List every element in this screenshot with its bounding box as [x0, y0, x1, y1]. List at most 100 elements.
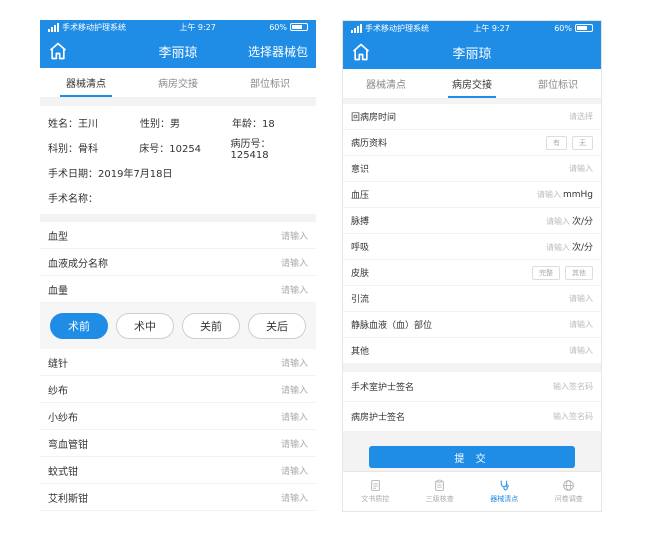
- records-no-option[interactable]: 无: [572, 135, 593, 150]
- instrument-label: 缝针: [48, 358, 68, 370]
- input-placeholder: 请输入: [536, 190, 561, 199]
- divider: [40, 214, 316, 222]
- blood-pressure-field[interactable]: 血压 请输入 mmHg: [343, 182, 601, 208]
- skin-other-option[interactable]: 其他: [565, 265, 593, 280]
- battery-percent: 60%: [554, 23, 572, 33]
- phase-selector: 术前 术中 关前 关后: [40, 303, 316, 349]
- tab-ward-handover[interactable]: 病房交接: [132, 68, 224, 97]
- field-label: 手术室护士签名: [351, 383, 415, 393]
- field-input[interactable]: 请输入: [281, 256, 308, 269]
- field-label: 呼吸: [351, 243, 370, 253]
- iv-site-input[interactable]: 请输入: [569, 319, 593, 330]
- tab-site-marking[interactable]: 部位标识: [515, 69, 601, 98]
- instrument-label: 小纱布: [48, 412, 78, 424]
- field-label: 血量: [48, 285, 68, 297]
- tab-site-marking[interactable]: 部位标识: [224, 68, 316, 97]
- instrument-item[interactable]: 缝针 请输入: [40, 349, 316, 376]
- other-input[interactable]: 请输入: [569, 345, 593, 356]
- field-label: 皮肤: [351, 269, 370, 279]
- instrument-item[interactable]: 艾利斯钳 请输入: [40, 484, 316, 511]
- unit-label: 次/分: [571, 243, 593, 253]
- instrument-input[interactable]: 请输入: [281, 491, 308, 504]
- submit-button[interactable]: 提 交: [369, 446, 575, 468]
- home-icon[interactable]: [351, 42, 371, 62]
- skin-intact-option[interactable]: 完整: [532, 265, 560, 280]
- patient-info: 姓名：王川 性别：男 年龄：18 科别：骨科 床号：10254 病历号：1254…: [40, 106, 316, 214]
- blood-component-field[interactable]: 血液成分名称 请输入: [40, 249, 316, 276]
- return-time-picker[interactable]: 请选择: [569, 111, 593, 122]
- pulse-input[interactable]: 请输入 次/分: [546, 214, 593, 227]
- instrument-input[interactable]: 请输入: [281, 464, 308, 477]
- consciousness-field[interactable]: 意识 请输入: [343, 156, 601, 182]
- header: 手术移动护理系统 上午 9:27 60% 李丽琼: [343, 21, 601, 69]
- field-label: 脉搏: [351, 217, 370, 227]
- battery: 60%: [554, 24, 593, 33]
- or-nurse-signature-input[interactable]: 输入签名码: [553, 381, 593, 392]
- consciousness-input[interactable]: 请输入: [569, 163, 593, 174]
- patient-row: 姓名：王川 性别：男 年龄：18: [48, 110, 308, 135]
- blood-volume-field[interactable]: 血量 请输入: [40, 276, 316, 303]
- nav-bar: 李丽琼 选择器械包: [40, 34, 316, 68]
- blood-type-field[interactable]: 血型 请输入: [40, 222, 316, 249]
- select-kit-button[interactable]: 选择器械包: [248, 43, 308, 60]
- skin-field: 皮肤 完整 其他: [343, 260, 601, 286]
- phase-after-close-button[interactable]: 关后: [248, 313, 306, 339]
- instrument-input[interactable]: 请输入: [281, 356, 308, 369]
- respiration-input[interactable]: 请输入 次/分: [546, 240, 593, 253]
- iv-site-field[interactable]: 静脉血液（血）部位 请输入: [343, 312, 601, 338]
- instrument-label: 艾利斯钳: [48, 493, 88, 505]
- carrier-label: 手术移动护理系统: [365, 23, 429, 33]
- divider: [40, 98, 316, 106]
- respiration-field[interactable]: 呼吸 请输入 次/分: [343, 234, 601, 260]
- bottom-nav-instrument-count[interactable]: 器械清点: [472, 472, 537, 511]
- instrument-item[interactable]: 弯血管钳 请输入: [40, 430, 316, 457]
- bottom-nav-label: 文书质控: [361, 495, 390, 503]
- instrument-item[interactable]: 蚊式钳 请输入: [40, 457, 316, 484]
- patient-bed: 床号：10254: [139, 144, 202, 155]
- tab-ward-handover[interactable]: 病房交接: [429, 69, 515, 98]
- drainage-field[interactable]: 引流 请输入: [343, 286, 601, 312]
- tab-bar: 器械清点 病房交接 部位标识: [40, 68, 316, 98]
- return-time-field[interactable]: 回病房时间 请选择: [343, 104, 601, 130]
- instrument-item[interactable]: 小纱布 请输入: [40, 403, 316, 430]
- instrument-input[interactable]: 请输入: [281, 410, 308, 423]
- field-input[interactable]: 请输入: [281, 283, 308, 296]
- carrier-label: 手术移动护理系统: [62, 22, 126, 32]
- handover-form: 回病房时间 请选择 病历资料 有 无 意识 请输入 血压 请输入 mmHg 脉搏 …: [343, 104, 601, 364]
- signal-icon: [351, 23, 362, 33]
- ward-nurse-signature-field[interactable]: 病房护士签名 输入签名码: [343, 402, 601, 432]
- unit-label: 次/分: [571, 217, 593, 227]
- or-nurse-signature-field[interactable]: 手术室护士签名 输入签名码: [343, 372, 601, 402]
- instrument-item[interactable]: 纱布 请输入: [40, 376, 316, 403]
- tab-instrument-count[interactable]: 器械清点: [343, 69, 429, 98]
- drainage-input[interactable]: 请输入: [569, 293, 593, 304]
- patient-gender: 性别：男: [140, 119, 180, 130]
- phase-before-close-button[interactable]: 关前: [182, 313, 240, 339]
- status-time: 上午 9:27: [179, 22, 216, 32]
- field-label: 血压: [351, 191, 370, 201]
- blood-pressure-input[interactable]: 请输入 mmHg: [537, 189, 593, 200]
- home-icon[interactable]: [48, 41, 68, 61]
- phase-preop-button[interactable]: 术前: [50, 313, 108, 339]
- field-input[interactable]: 请输入: [281, 229, 308, 242]
- bottom-nav-document-qc[interactable]: 文书质控: [343, 472, 408, 511]
- battery: 60%: [269, 23, 308, 32]
- checklist-icon: [435, 479, 444, 491]
- records-yes-option[interactable]: 有: [546, 135, 567, 150]
- blood-section: 血型 请输入 血液成分名称 请输入 血量 请输入: [40, 222, 316, 303]
- ward-nurse-signature-input[interactable]: 输入签名码: [553, 411, 593, 422]
- skin-options: 完整 其他: [532, 265, 593, 280]
- instrument-input[interactable]: 请输入: [281, 383, 308, 396]
- other-field[interactable]: 其他 请输入: [343, 338, 601, 364]
- instrument-input[interactable]: 请输入: [281, 437, 308, 450]
- phase-intraop-button[interactable]: 术中: [116, 313, 174, 339]
- status-bar: 手术移动护理系统 上午 9:27 60%: [343, 21, 601, 35]
- left-phone-screen: 手术移动护理系统 上午 9:27 60% 李丽琼 选择器械包 器械清点 病房交接…: [40, 20, 316, 512]
- tab-instrument-count[interactable]: 器械清点: [40, 68, 132, 97]
- instrument-label: 蚊式钳: [48, 466, 78, 478]
- status-bar: 手术移动护理系统 上午 9:27 60%: [40, 20, 316, 34]
- bottom-nav-three-level-check[interactable]: 三级核查: [408, 472, 473, 511]
- pulse-field[interactable]: 脉搏 请输入 次/分: [343, 208, 601, 234]
- bottom-nav-questionnaire[interactable]: 问卷调查: [537, 472, 602, 511]
- document-icon: [371, 480, 380, 491]
